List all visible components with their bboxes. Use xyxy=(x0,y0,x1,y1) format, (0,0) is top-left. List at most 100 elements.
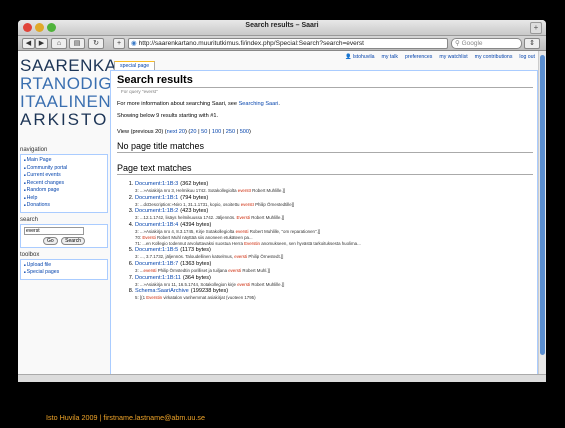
result-title-link[interactable]: Document:1:1B:2 xyxy=(135,208,178,214)
browser-search-input[interactable]: ⚲ Google xyxy=(451,38,522,49)
result-title-link[interactable]: Document:1:1B:1 xyxy=(135,195,178,201)
slide-footer: Isto Huvila 2009 | firstname.lastname@ab… xyxy=(46,413,205,422)
logo-line-4: ARKISTO xyxy=(20,110,109,129)
limit-250-link[interactable]: 250 xyxy=(226,129,235,135)
go-button[interactable]: Go xyxy=(43,236,58,245)
snippet-text: Robert Muhl.]] xyxy=(241,267,270,273)
result-title-link[interactable]: Schema:SaariArchive xyxy=(135,288,189,294)
searching-saari-link[interactable]: Searching Saari xyxy=(239,101,279,107)
result-snippet: 3: ...»Asiakirja nro 3, Helmikuu 1742. S… xyxy=(135,188,533,193)
result-item: Document:1:1B:2(423 bytes)3: ...12.1.174… xyxy=(135,208,533,220)
snippet-text: virkatalon vanhemmat asiakirjat (vuoteen… xyxy=(162,295,256,301)
highlight-term: Everstin xyxy=(244,240,260,246)
sidebar-item-current-events[interactable]: Current events xyxy=(24,172,104,180)
sidebar-search-input[interactable] xyxy=(24,226,84,235)
print-icon[interactable]: ▤ xyxy=(69,38,85,49)
personal-tools: 👤Istohuvila my talk preferences my watchlis… xyxy=(338,54,535,60)
result-size: (364 bytes) xyxy=(182,274,211,281)
result-title-link[interactable]: Document:1:1B:11 xyxy=(135,275,181,281)
scroll-thumb[interactable] xyxy=(540,55,545,355)
limit-500-link[interactable]: 500 xyxy=(240,129,249,135)
browser-toolbar: ◀ ▶ ⌂ ▤ ↻ + ◉ http://saarenkartano.muurit… xyxy=(18,36,546,51)
result-item: Document:1:1B:11(364 bytes)3: ...»Asiaki… xyxy=(135,275,533,287)
navigation-box: Main Page Community portal Current event… xyxy=(20,154,108,213)
sidebar-item-donations[interactable]: Donations xyxy=(24,202,104,210)
sidebar-item-upload-file[interactable]: Upload file xyxy=(24,262,104,270)
snippet-text: 71: ...en Kollegio todennut arvoluttavak… xyxy=(135,240,245,246)
logo-line-3: ITAALINEN xyxy=(20,92,112,111)
query-subtitle: For query "everst" xyxy=(121,89,158,94)
reload-icon[interactable]: ↻ xyxy=(88,38,104,49)
result-title-link[interactable]: Document:1:1B:5 xyxy=(135,247,178,253)
back-button[interactable]: ◀ xyxy=(22,38,35,49)
limit-50-link[interactable]: 50 xyxy=(201,129,207,135)
search-button[interactable]: Search xyxy=(61,236,85,245)
toolbox-box: Upload file Special pages xyxy=(20,258,108,280)
result-snippet: 3: ...»Asiakirja nro 11, 16.5.1744, Sota… xyxy=(135,282,533,287)
globe-icon: ◉ xyxy=(131,40,137,47)
user-icon: 👤 xyxy=(345,54,352,60)
result-size: (362 bytes) xyxy=(180,181,209,187)
no-title-matches-heading: No page title matches xyxy=(117,141,533,153)
sidebar-item-special-pages[interactable]: Special pages xyxy=(24,269,104,277)
snippet-text: 3: ...»Asiakirja nro 4, 8.3.1745, Kirje … xyxy=(135,228,236,234)
sidebar-item-random-page[interactable]: Random page xyxy=(24,187,104,195)
search-title: search xyxy=(20,216,39,223)
result-item: Document:1:1B:5(1173 bytes)3: ..., 3.7.1… xyxy=(135,247,533,259)
snippet-text: Philip Örnestedt.]] xyxy=(247,254,284,260)
personal-link-logout[interactable]: log out xyxy=(519,54,535,60)
page-title: Search results xyxy=(117,74,533,88)
result-title-link[interactable]: Document:1:1B:7 xyxy=(135,261,178,267)
navigation-title: navigation xyxy=(20,147,48,153)
personal-link-preferences[interactable]: preferences xyxy=(405,54,432,60)
snippet-text: 3: ...»Asiakirja nro 3, Helmikuu 1742. S… xyxy=(135,188,238,193)
toolbar-toggle-button[interactable]: + xyxy=(530,22,542,34)
next-20-link[interactable]: next 20 xyxy=(167,129,185,135)
limit-20-link[interactable]: 20 xyxy=(190,129,196,135)
result-snippet: 3: ...»Asiakirja nro 4, 8.3.1745, Kirje … xyxy=(135,229,533,234)
highlight-term: eversti xyxy=(143,267,157,273)
address-bar[interactable]: ◉ http://saarenkartano.muuritutkimus.fi/i… xyxy=(128,38,448,49)
snippet-text: anomukseen, sen hyvästä tarkoituksesta h… xyxy=(259,240,361,246)
highlight-term: eversti xyxy=(235,228,249,234)
highlight-term: eversti xyxy=(237,281,251,287)
personal-link-user[interactable]: Istohuvila xyxy=(353,54,375,60)
highlight-term: eversti xyxy=(234,254,248,260)
personal-link-watchlist[interactable]: my watchlist xyxy=(439,54,467,60)
snippet-text: Robert Muhl näyttää siis anoneen etukäte… xyxy=(155,234,253,240)
personal-link-talk[interactable]: my talk xyxy=(382,54,398,60)
menu-button[interactable]: ⇕ xyxy=(524,38,540,49)
result-size: (1363 bytes) xyxy=(180,260,212,267)
vertical-scrollbar[interactable] xyxy=(538,51,546,375)
search-icon: ⚲ xyxy=(455,40,462,47)
highlight-term: Everstin xyxy=(146,295,163,301)
result-size: (4394 bytes) xyxy=(180,221,212,228)
add-bookmark-button[interactable]: + xyxy=(113,38,125,49)
pagination: View (previous 20) (next 20) (20 | 50 | … xyxy=(117,129,251,135)
snippet-text: 3: ..., 3.7.1732, jäljennös. Taloudellin… xyxy=(135,254,235,260)
site-logo[interactable]: SAARENKA RTANODIG ITAALINEN ARKISTO xyxy=(20,57,116,129)
main-content: Search results For query "everst" For mo… xyxy=(110,70,538,375)
sidebar-item-help[interactable]: Help xyxy=(24,195,104,203)
snippet-text: 3: ...dcDescription:»Niro 1, 31.1.1731, … xyxy=(135,201,241,207)
home-icon[interactable]: ⌂ xyxy=(51,38,67,49)
snippet-text: 3: ...12.1.1742, lisäys helmikuussa 1742… xyxy=(135,215,237,221)
limit-100-link[interactable]: 100 xyxy=(212,129,221,135)
result-title-link[interactable]: Document:1:1B:3 xyxy=(135,181,178,187)
snippet-text: Philip Örnstedtin porilliset ja tuiljana xyxy=(156,267,229,273)
snippet-text: Philip Örnestedtille]] xyxy=(253,201,295,207)
logo-line-2: RTANODIG xyxy=(20,74,113,93)
window-title: Search results – Saari xyxy=(245,22,319,29)
highlight-term: Eversti xyxy=(236,215,250,221)
sidebar-item-main-page[interactable]: Main Page xyxy=(24,157,104,165)
forward-button[interactable]: ▶ xyxy=(35,38,48,49)
sidebar: navigation Main Page Community portal Cu… xyxy=(20,143,108,280)
sidebar-item-community-portal[interactable]: Community portal xyxy=(24,165,104,173)
sidebar-item-recent-changes[interactable]: Recent changes xyxy=(24,180,104,188)
horizontal-scrollbar[interactable] xyxy=(18,374,546,382)
result-title-link[interactable]: Document:1:1B:4 xyxy=(135,222,178,228)
personal-link-contributions[interactable]: my contributions xyxy=(475,54,513,60)
snippet-text: 3: ...»Asiakirja nro 11, 16.5.1744, Sota… xyxy=(135,281,238,287)
help-prefix: For more information about searching Saa… xyxy=(117,101,239,107)
text-matches-heading: Page text matches xyxy=(117,163,533,175)
